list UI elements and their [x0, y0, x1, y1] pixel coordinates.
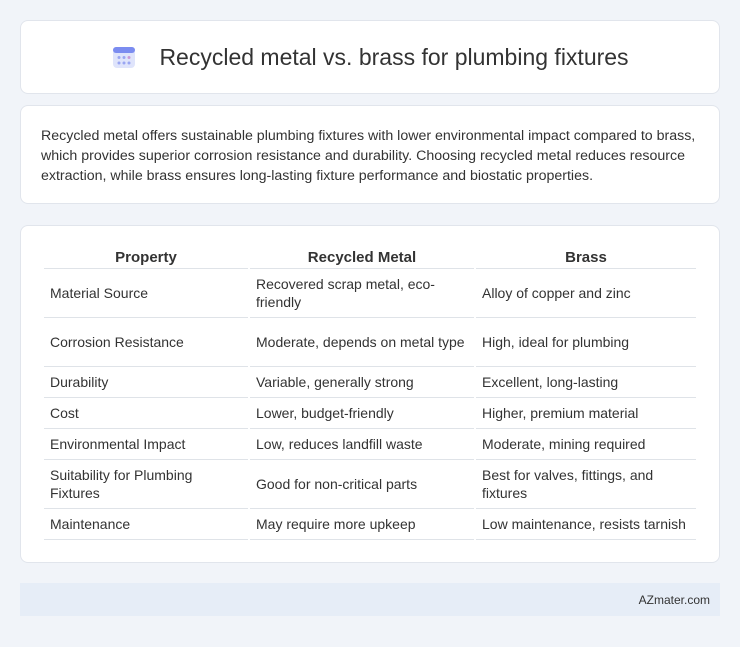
column-header-brass: Brass: [476, 246, 696, 269]
table-cell-property: Durability: [44, 367, 248, 398]
table-row: Cost Lower, budget-friendly Higher, prem…: [44, 398, 696, 429]
table-cell-brass: Best for valves, fittings, and fixtures: [476, 460, 696, 509]
comparison-table-card: Property Recycled Metal Brass Material S…: [20, 225, 720, 563]
comparison-table: Property Recycled Metal Brass Material S…: [42, 246, 698, 540]
table-cell-brass: High, ideal for plumbing: [476, 318, 696, 367]
table-cell-recycled-metal: Moderate, depends on metal type: [250, 318, 474, 367]
table-cell-brass: Moderate, mining required: [476, 429, 696, 460]
summary-card: Recycled metal offers sustainable plumbi…: [20, 105, 720, 204]
table-row: Maintenance May require more upkeep Low …: [44, 509, 696, 540]
column-header-property: Property: [44, 246, 248, 269]
table-cell-recycled-metal: Lower, budget-friendly: [250, 398, 474, 429]
table-cell-recycled-metal: Good for non-critical parts: [250, 460, 474, 509]
table-cell-property: Environmental Impact: [44, 429, 248, 460]
column-header-recycled-metal: Recycled Metal: [250, 246, 474, 269]
table-cell-recycled-metal: Variable, generally strong: [250, 367, 474, 398]
summary-text: Recycled metal offers sustainable plumbi…: [41, 128, 696, 184]
footer-bar: AZmater.com: [20, 583, 720, 616]
table-cell-brass: Higher, premium material: [476, 398, 696, 429]
footer-brand[interactable]: AZmater.com: [639, 593, 710, 607]
table-cell-property: Cost: [44, 398, 248, 429]
table-row: Corrosion Resistance Moderate, depends o…: [44, 318, 696, 367]
table-cell-brass: Alloy of copper and zinc: [476, 269, 696, 318]
calendar-icon: [111, 44, 137, 70]
table-cell-recycled-metal: Low, reduces landfill waste: [250, 429, 474, 460]
table-cell-brass: Low maintenance, resists tarnish: [476, 509, 696, 540]
table-row: Environmental Impact Low, reduces landfi…: [44, 429, 696, 460]
table-cell-property: Maintenance: [44, 509, 248, 540]
table-cell-property: Material Source: [44, 269, 248, 318]
table-cell-recycled-metal: May require more upkeep: [250, 509, 474, 540]
title-card: Recycled metal vs. brass for plumbing fi…: [20, 20, 720, 94]
table-row: Durability Variable, generally strong Ex…: [44, 367, 696, 398]
table-cell-brass: Excellent, long-lasting: [476, 367, 696, 398]
table-header-row: Property Recycled Metal Brass: [44, 246, 696, 269]
table-cell-property: Corrosion Resistance: [44, 318, 248, 367]
table-cell-recycled-metal: Recovered scrap metal, eco-friendly: [250, 269, 474, 318]
page-title: Recycled metal vs. brass for plumbing fi…: [159, 43, 629, 70]
table-row: Suitability for Plumbing Fixtures Good f…: [44, 460, 696, 509]
table-row: Material Source Recovered scrap metal, e…: [44, 269, 696, 318]
table-cell-property: Suitability for Plumbing Fixtures: [44, 460, 248, 509]
